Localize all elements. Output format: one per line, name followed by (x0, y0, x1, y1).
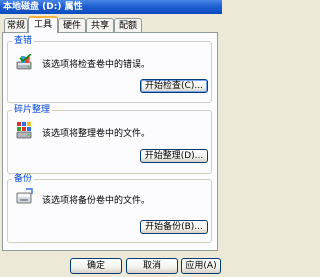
error-check-title: 查错 (12, 36, 35, 47)
defrag-group: 碎片整理 该选项将整理卷中的文件。 开始整理(D)... (7, 105, 212, 174)
start-defrag-button[interactable]: 开始整理(D)... (140, 149, 208, 163)
window-title: 本地磁盘 (D:) 属性 (3, 2, 83, 12)
backup-icon (16, 188, 34, 206)
apply-button[interactable]: 应用(A) (181, 258, 221, 274)
tab-general[interactable]: 常规 (4, 18, 28, 32)
properties-dialog: 本地磁盘 (D:) 属性 常规 工具 硬件 共享 配额 查错 该选项将检查卷中的… (0, 0, 222, 277)
start-check-button[interactable]: 开始检查(C)... (140, 79, 208, 93)
defrag-description: 该选项将整理卷中的文件。 (42, 129, 151, 139)
backup-description: 该选项将备份卷中的文件。 (42, 196, 151, 206)
defrag-icon (16, 121, 34, 139)
tab-sharing[interactable]: 共享 (86, 18, 114, 32)
disk-check-icon (16, 53, 34, 72)
title-bar[interactable]: 本地磁盘 (D:) 属性 (0, 0, 222, 14)
tab-quota[interactable]: 配额 (114, 18, 142, 32)
backup-group: 备份 该选项将备份卷中的文件。 开始备份(B)... (7, 174, 212, 243)
ok-button[interactable]: 确定 (70, 258, 122, 274)
tab-strip: 常规 工具 硬件 共享 配额 (2, 16, 220, 33)
cancel-button[interactable]: 取消 (126, 258, 178, 274)
backup-title: 备份 (12, 174, 35, 185)
tab-hardware[interactable]: 硬件 (58, 18, 86, 32)
error-check-description: 该选项将检查卷中的错误。 (42, 60, 151, 70)
tab-tools[interactable]: 工具 (28, 16, 58, 33)
start-backup-button[interactable]: 开始备份(B)... (140, 220, 208, 234)
defrag-title: 碎片整理 (12, 105, 53, 116)
error-check-group: 查错 该选项将检查卷中的错误。 开始检查(C)... (7, 36, 212, 103)
tools-tab-page: 查错 该选项将检查卷中的错误。 开始检查(C)... 碎片整理 该选项将整理卷中… (2, 32, 218, 251)
